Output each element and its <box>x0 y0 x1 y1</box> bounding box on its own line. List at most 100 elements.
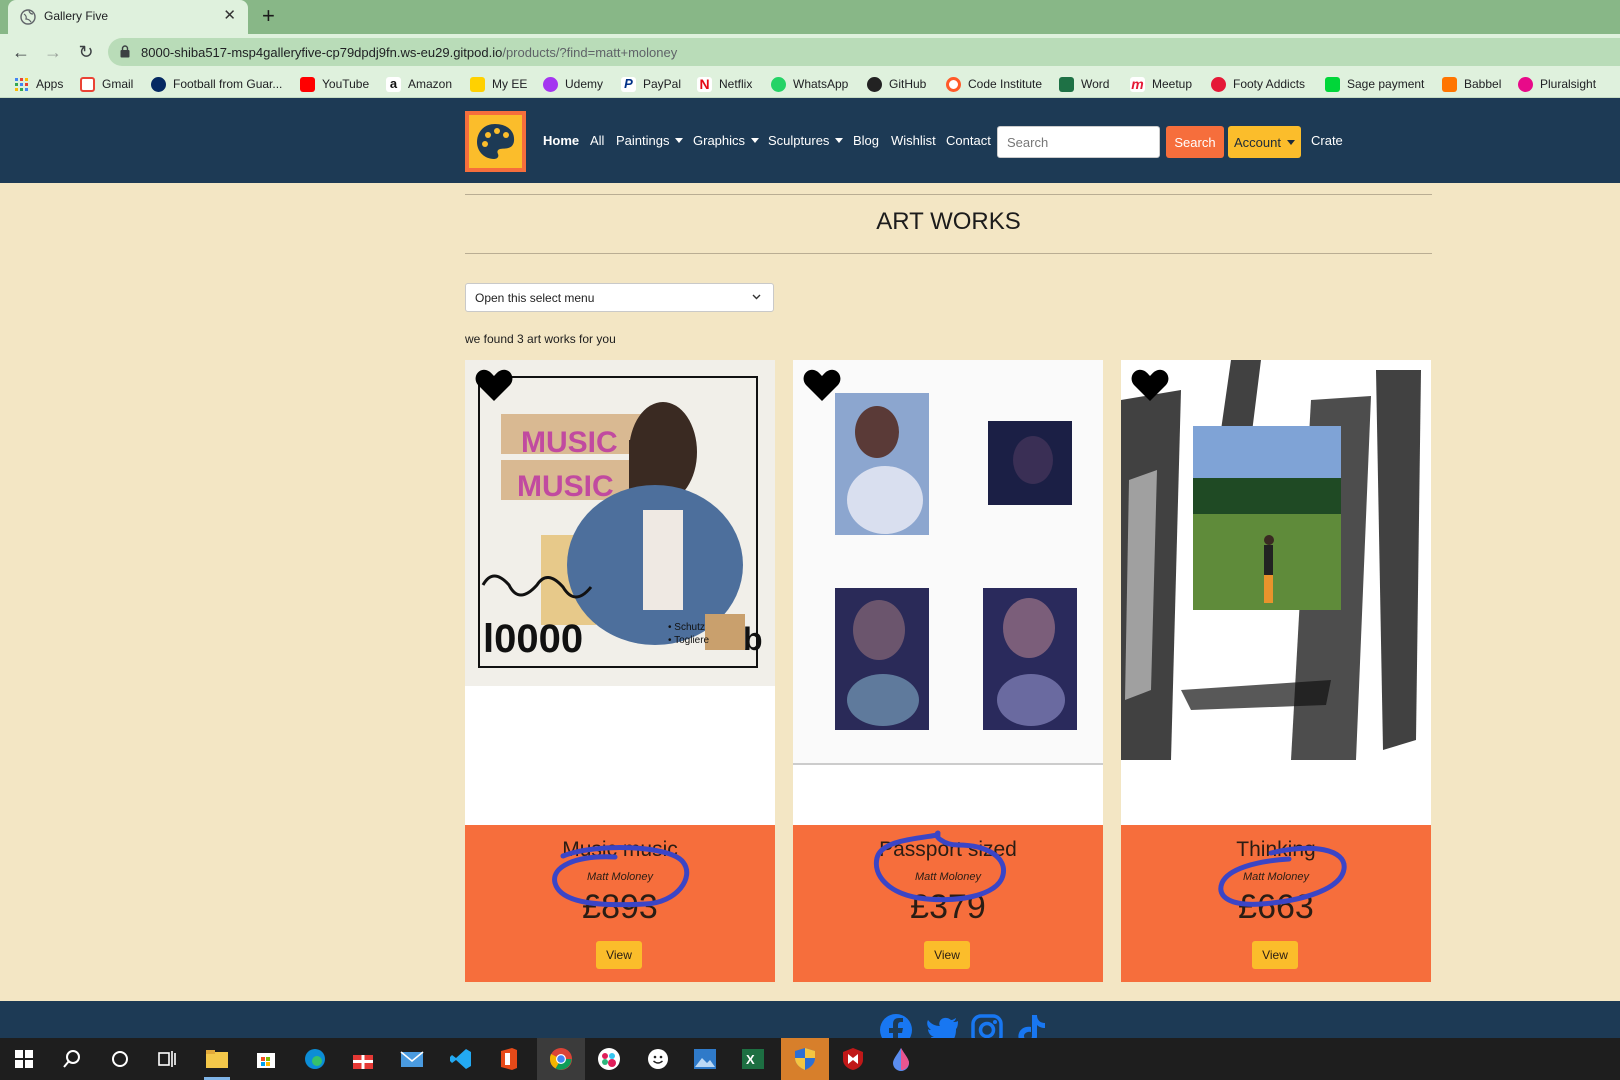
nav-blog[interactable]: Blog <box>853 133 879 148</box>
bookmark-whatsapp[interactable]: WhatsApp <box>771 76 848 92</box>
bookmark-my-ee[interactable]: My EE <box>470 76 527 92</box>
bookmark-amazon[interactable]: a Amazon <box>386 76 452 92</box>
artwork-image[interactable] <box>793 360 1103 765</box>
mail-icon[interactable] <box>399 1046 425 1072</box>
heart-icon[interactable] <box>475 368 513 402</box>
tiktok-icon[interactable] <box>1015 1013 1049 1038</box>
heart-icon[interactable] <box>1131 368 1169 402</box>
cortana-icon[interactable] <box>107 1046 133 1072</box>
nav-crate[interactable]: Crate <box>1311 133 1343 148</box>
bookmark-label: Babbel <box>1464 77 1502 91</box>
slack-icon[interactable] <box>596 1046 622 1072</box>
instagram-icon[interactable] <box>970 1013 1004 1038</box>
nav-sculptures[interactable]: Sculptures <box>768 133 844 148</box>
nav-all[interactable]: All <box>590 133 604 148</box>
browser-tab[interactable]: Gallery Five ✕ <box>8 0 248 34</box>
droplet-icon[interactable] <box>888 1046 914 1072</box>
bookmark-code-institute[interactable]: Code Institute <box>946 76 1042 92</box>
product-artist: Matt Moloney <box>586 871 654 883</box>
account-dropdown-button[interactable]: Account <box>1228 126 1301 158</box>
netflix-icon: N <box>697 76 712 92</box>
excel-icon[interactable]: X <box>740 1046 766 1072</box>
reload-icon[interactable]: ↻ <box>75 41 97 63</box>
chevron-down-icon <box>835 138 844 143</box>
svg-text:• Schutz: • Schutz <box>668 622 705 633</box>
heart-icon[interactable] <box>803 368 841 402</box>
windows-start-icon[interactable] <box>11 1046 37 1072</box>
bookmark-sage[interactable]: Sage payment <box>1325 76 1424 92</box>
close-tab-icon[interactable]: ✕ <box>223 8 236 24</box>
new-tab-button[interactable]: + <box>262 5 275 27</box>
bookmark-label: Meetup <box>1152 77 1193 91</box>
site-header: Home All Paintings Graphics Sculptures B… <box>0 98 1620 183</box>
udemy-icon <box>543 76 558 92</box>
vscode-icon[interactable] <box>448 1046 474 1072</box>
nav-contact[interactable]: Contact <box>946 133 991 148</box>
artwork-image[interactable]: MUSIC MUSIC • Schutz • Togliere b l0000 <box>465 360 775 686</box>
twitter-icon[interactable] <box>926 1013 960 1038</box>
search-input[interactable] <box>997 126 1160 158</box>
nav-paintings[interactable]: Paintings <box>616 133 684 148</box>
bookmark-pluralsight[interactable]: Pluralsight <box>1518 76 1596 92</box>
smiley-icon[interactable] <box>645 1046 671 1072</box>
bookmark-netflix[interactable]: N Netflix <box>697 76 752 92</box>
palette-icon <box>477 124 515 159</box>
product-title: Passport sized <box>879 838 1017 861</box>
product-title: Thinking <box>1236 838 1316 861</box>
facebook-icon[interactable] <box>879 1013 913 1038</box>
bookmark-word[interactable]: Word <box>1059 76 1109 92</box>
bookmark-udemy[interactable]: Udemy <box>543 76 603 92</box>
bookmark-paypal[interactable]: P PayPal <box>621 76 681 92</box>
product-title: Music music <box>562 838 678 861</box>
bookmark-babbel[interactable]: Babbel <box>1442 76 1501 92</box>
forward-arrow-icon[interactable]: → <box>42 41 64 63</box>
bookmark-label: Code Institute <box>968 77 1043 91</box>
mcafee-icon[interactable] <box>840 1046 866 1072</box>
svg-text:b: b <box>743 621 763 657</box>
sort-select[interactable]: Open this select menu <box>465 283 774 312</box>
nav-wishlist[interactable]: Wishlist <box>891 133 936 148</box>
divider <box>465 253 1432 254</box>
nav-graphics[interactable]: Graphics <box>693 133 760 148</box>
office-icon[interactable] <box>496 1046 522 1072</box>
site-logo[interactable] <box>465 111 526 172</box>
product-price: £893 <box>582 888 658 926</box>
bookmark-youtube[interactable]: YouTube <box>300 76 369 92</box>
photos-icon[interactable] <box>692 1046 718 1072</box>
view-button[interactable]: View <box>596 941 642 969</box>
gmail-icon <box>80 76 95 92</box>
product-artist: Matt Moloney <box>1242 871 1310 883</box>
ee-icon <box>470 76 485 92</box>
nav-home[interactable]: Home <box>543 133 579 148</box>
view-button[interactable]: View <box>924 941 970 969</box>
gift-icon[interactable] <box>350 1046 376 1072</box>
microsoft-store-icon[interactable] <box>253 1046 279 1072</box>
file-explorer-icon[interactable] <box>204 1046 230 1072</box>
bookmark-apps[interactable]: Apps <box>14 76 63 92</box>
bookmark-meetup[interactable]: m Meetup <box>1130 76 1192 92</box>
edge-browser-icon[interactable] <box>302 1046 328 1072</box>
bookmark-github[interactable]: GitHub <box>867 76 926 92</box>
meetup-icon: m <box>1130 75 1145 92</box>
page-title: ART WORKS <box>876 208 1021 235</box>
address-bar[interactable]: 8000-shiba517-msp4galleryfive-cp79dpdj9f… <box>108 38 1620 66</box>
back-arrow-icon[interactable]: ← <box>10 41 32 63</box>
view-button[interactable]: View <box>1252 941 1298 969</box>
site-footer <box>0 1001 1620 1038</box>
chrome-icon[interactable] <box>548 1046 574 1072</box>
search-icon[interactable] <box>59 1046 85 1072</box>
bookmark-gmail[interactable]: Gmail <box>80 76 133 92</box>
security-shield-icon[interactable] <box>792 1046 818 1072</box>
svg-text:MUSIC: MUSIC <box>521 426 618 459</box>
bookmark-label: Amazon <box>408 77 453 91</box>
artwork-image[interactable] <box>1121 360 1431 764</box>
bookmark-label: Football from Guar... <box>173 77 283 91</box>
search-button[interactable]: Search <box>1166 126 1224 158</box>
task-view-icon[interactable] <box>154 1046 180 1072</box>
lock-icon <box>120 45 130 58</box>
divider <box>465 194 1432 195</box>
globe-icon <box>20 9 36 25</box>
url-host: 8000-shiba517-msp4galleryfive-cp79dpdj9f… <box>141 45 503 60</box>
bookmark-footy-addicts[interactable]: Footy Addicts <box>1211 76 1305 92</box>
bookmark-guardian[interactable]: Football from Guar... <box>151 76 282 92</box>
